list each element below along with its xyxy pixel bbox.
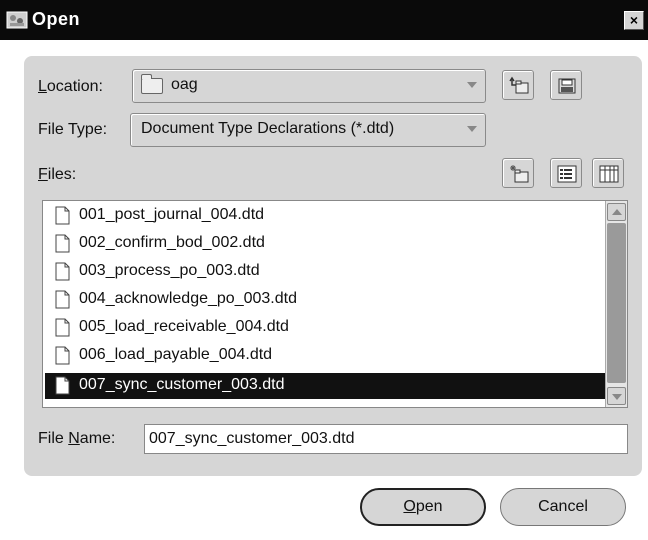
file-icon (55, 234, 70, 253)
list-item[interactable]: 002_confirm_bod_002.dtd (45, 231, 605, 257)
list-view-icon (557, 165, 577, 183)
up-one-level-button[interactable] (502, 70, 534, 100)
list-view-button[interactable] (550, 158, 582, 188)
new-folder-icon (510, 165, 529, 183)
location-value: oag (171, 76, 198, 93)
file-icon (55, 376, 70, 395)
file-icon (55, 262, 70, 281)
scroll-up-button[interactable] (607, 203, 626, 221)
list-item[interactable]: 001_post_journal_004.dtd (45, 203, 605, 229)
new-folder-button[interactable] (502, 158, 534, 188)
file-name-input[interactable] (144, 424, 628, 454)
window-title: Open (32, 9, 81, 29)
arrow-up-icon (612, 209, 622, 215)
title-bar: Open × (0, 0, 648, 40)
file-name: 001_post_journal_004.dtd (79, 206, 265, 223)
disk-icon (558, 78, 576, 94)
list-item[interactable]: 003_process_po_003.dtd (45, 259, 605, 285)
file-type-value: Document Type Declarations (*.dtd) (141, 120, 395, 137)
app-icon (6, 11, 28, 29)
close-icon: × (629, 12, 639, 28)
list-item[interactable]: 006_load_payable_004.dtd (45, 343, 605, 369)
file-icon (55, 290, 70, 309)
scroll-thumb[interactable] (607, 223, 626, 383)
file-type-label: File Type: (38, 121, 108, 138)
file-icon (55, 318, 70, 337)
file-list[interactable]: 001_post_journal_004.dtd 002_confirm_bod… (42, 200, 628, 408)
file-name-label: File Name: (38, 430, 116, 447)
home-folder-button[interactable] (550, 70, 582, 100)
list-item[interactable]: 005_load_receivable_004.dtd (45, 315, 605, 341)
file-name: 007_sync_customer_003.dtd (79, 376, 285, 393)
file-icon (55, 206, 70, 225)
location-select[interactable]: oag (132, 69, 486, 103)
vertical-scrollbar[interactable] (605, 201, 627, 407)
file-name: 004_acknowledge_po_003.dtd (79, 290, 297, 307)
file-name: 003_process_po_003.dtd (79, 262, 260, 279)
chevron-down-icon (467, 82, 477, 88)
arrow-down-icon (612, 394, 622, 400)
close-button[interactable]: × (624, 11, 644, 30)
file-name: 005_load_receivable_004.dtd (79, 318, 289, 335)
file-type-select[interactable]: Document Type Declarations (*.dtd) (130, 113, 486, 147)
file-name: 002_confirm_bod_002.dtd (79, 234, 265, 251)
cancel-button[interactable]: Cancel (500, 488, 626, 526)
details-view-icon (599, 165, 619, 183)
files-label: Files: (38, 166, 77, 183)
file-name: 006_load_payable_004.dtd (79, 346, 273, 363)
open-button[interactable]: Open (360, 488, 486, 526)
scroll-down-button[interactable] (607, 387, 626, 405)
folder-icon (141, 74, 163, 94)
list-item-selected[interactable]: 007_sync_customer_003.dtd (45, 373, 605, 399)
chevron-down-icon (467, 126, 477, 132)
file-icon (55, 346, 70, 365)
list-item[interactable]: 004_acknowledge_po_003.dtd (45, 287, 605, 313)
location-label: Location: (38, 78, 103, 95)
up-folder-icon (509, 76, 529, 94)
details-view-button[interactable] (592, 158, 624, 188)
